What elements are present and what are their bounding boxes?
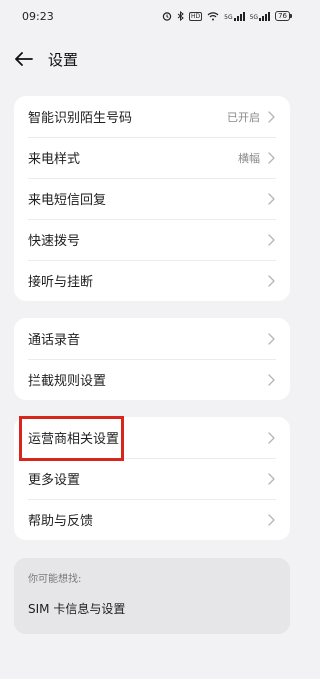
- settings-row-label: 来电样式: [28, 152, 81, 167]
- chevron-right-icon: [268, 513, 276, 526]
- settings-row-group1-2[interactable]: 来电短信回复: [14, 178, 290, 219]
- hd-icon: HD: [189, 11, 203, 21]
- settings-row-group2-0[interactable]: 通话录音: [14, 318, 290, 359]
- settings-row-label: 拦截规则设置: [28, 374, 107, 389]
- signal-icon: 5G: [250, 11, 271, 21]
- settings-row-group1-0[interactable]: 智能识别陌生号码 已开启: [14, 96, 290, 137]
- alarm-icon: [162, 12, 172, 21]
- chevron-right-icon: [268, 192, 276, 205]
- back-button[interactable]: [14, 49, 34, 69]
- settings-row-value: 已开启: [227, 110, 260, 124]
- chevron-right-icon: [268, 151, 276, 164]
- suggestions-title: 你可能想找:: [28, 574, 82, 585]
- status-time: 09:23: [22, 9, 54, 23]
- settings-group-record: 通话录音 拦截规则设置: [14, 318, 290, 400]
- arrow-left-icon: [15, 52, 33, 66]
- settings-row-label: 更多设置: [28, 473, 81, 488]
- chevron-right-icon: [268, 373, 276, 386]
- status-bar: 09:23 HD 5G 5G 76: [0, 0, 304, 32]
- settings-group-call: 智能识别陌生号码 已开启 来电样式 横幅 来电短信回复 快速拨号 接听与挂断: [14, 96, 290, 301]
- wifi-icon: [207, 12, 219, 21]
- suggestions-card: 你可能想找: SIM 卡信息与设置: [14, 558, 290, 634]
- settings-row-value: 横幅: [238, 151, 260, 165]
- settings-row-label: 运营商相关设置: [28, 432, 120, 447]
- chevron-right-icon: [268, 233, 276, 246]
- page-header: 设置: [0, 42, 304, 76]
- settings-row-group2-1[interactable]: 拦截规则设置: [14, 359, 290, 400]
- settings-row-label: 快速拨号: [28, 234, 81, 249]
- settings-row-label: 帮助与反馈: [28, 514, 94, 529]
- settings-row-group1-3[interactable]: 快速拨号: [14, 219, 290, 260]
- settings-row-group3-2[interactable]: 帮助与反馈: [14, 499, 290, 540]
- page-title: 设置: [48, 50, 79, 69]
- settings-row-label: 接听与挂断: [28, 275, 94, 290]
- settings-row-label: 智能识别陌生号码: [28, 111, 133, 126]
- chevron-right-icon: [268, 332, 276, 345]
- battery-icon: 76: [275, 11, 292, 21]
- chevron-right-icon: [268, 472, 276, 485]
- bluetooth-icon: [177, 11, 184, 21]
- settings-row-group1-1[interactable]: 来电样式 横幅: [14, 137, 290, 178]
- status-icons: HD 5G 5G 76: [162, 11, 292, 21]
- signal-icon: 5G: [224, 11, 245, 21]
- suggestion-sim-settings[interactable]: SIM 卡信息与设置: [28, 600, 276, 617]
- settings-row-group3-1[interactable]: 更多设置: [14, 458, 290, 499]
- settings-row-group1-4[interactable]: 接听与挂断: [14, 260, 290, 301]
- settings-row-group3-0[interactable]: 运营商相关设置: [14, 417, 290, 458]
- chevron-right-icon: [268, 274, 276, 287]
- chevron-right-icon: [268, 431, 276, 444]
- chevron-right-icon: [268, 110, 276, 123]
- settings-row-label: 来电短信回复: [28, 193, 107, 208]
- settings-group-more: 运营商相关设置 更多设置 帮助与反馈: [14, 417, 290, 540]
- settings-row-label: 通话录音: [28, 333, 81, 348]
